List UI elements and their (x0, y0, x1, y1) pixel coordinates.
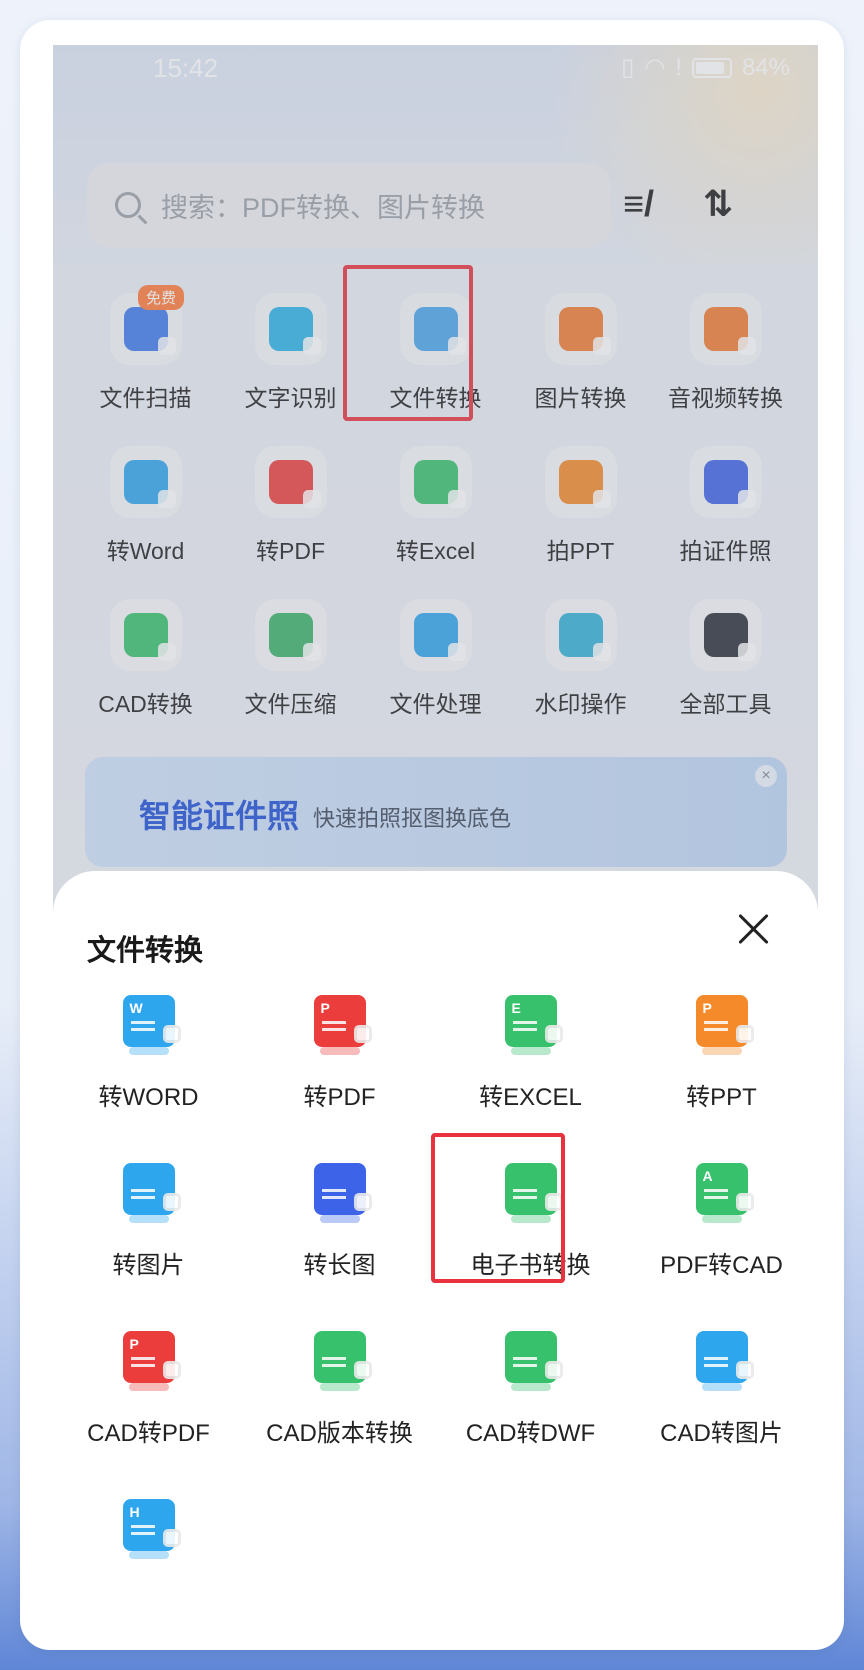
convert-option-label: 转EXCEL (479, 1084, 582, 1111)
sheet-title: 文件转换 (87, 935, 204, 967)
convert-option[interactable]: A PDF转CAD (626, 1159, 817, 1327)
convert-option[interactable]: P 转PPT (626, 991, 817, 1159)
convert-option-icon (313, 1163, 372, 1223)
convert-option-icon: A (695, 1163, 754, 1223)
convert-options-grid: W 转WORD P 转PDF E 转EXCEL P 转PPT 转图片 转长图 电子书转换 A PDF转C… (53, 991, 818, 1625)
convert-option-icon: E (504, 995, 563, 1055)
convert-option[interactable]: P 转PDF (244, 991, 435, 1159)
convert-option-label: 转图片 (112, 1252, 185, 1279)
convert-option[interactable]: CAD版本转换 (244, 1327, 435, 1495)
convert-option-icon (695, 1331, 754, 1391)
convert-option-label: 转长图 (303, 1252, 376, 1279)
convert-option-label: CAD转DWF (465, 1420, 596, 1447)
convert-option-icon: P (313, 995, 372, 1055)
convert-option-icon: H (122, 1499, 181, 1559)
modal-scrim[interactable] (53, 45, 818, 945)
convert-option-icon: W (122, 995, 181, 1055)
file-convert-sheet: 文件转换 W 转WORD P 转PDF E 转EXCEL P 转PPT 转图片 转长图 电子书转换 A… (53, 871, 818, 1625)
convert-option-label: PDF转CAD (660, 1252, 783, 1279)
convert-option[interactable]: H (53, 1495, 244, 1625)
convert-option-label: 转WORD (98, 1084, 199, 1111)
convert-option[interactable]: W 转WORD (53, 991, 244, 1159)
convert-option[interactable]: CAD转DWF (435, 1327, 626, 1495)
close-icon[interactable] (736, 911, 772, 947)
phone-screen: 15:42 ▯ ◠ ! 84% 搜索：PDF转换、图片转换 ≡/ ⇅ 文件扫描文… (53, 45, 818, 1625)
highlight-ebook-convert (431, 1133, 565, 1283)
convert-option-label: 转PDF (303, 1084, 376, 1111)
convert-option-icon (504, 1331, 563, 1391)
convert-option-icon (122, 1163, 181, 1223)
convert-option[interactable]: P CAD转PDF (53, 1327, 244, 1495)
convert-option-label: CAD转图片 (660, 1420, 783, 1447)
convert-option-icon: P (122, 1331, 181, 1391)
convert-option-label: CAD转PDF (87, 1420, 210, 1447)
convert-option-icon (313, 1331, 372, 1391)
convert-option-icon: P (695, 995, 754, 1055)
convert-option[interactable]: CAD转图片 (626, 1327, 817, 1495)
convert-option[interactable]: 转图片 (53, 1159, 244, 1327)
convert-option[interactable]: 转长图 (244, 1159, 435, 1327)
convert-option-label: CAD版本转换 (266, 1420, 413, 1447)
convert-option-label: 转PPT (686, 1084, 757, 1111)
